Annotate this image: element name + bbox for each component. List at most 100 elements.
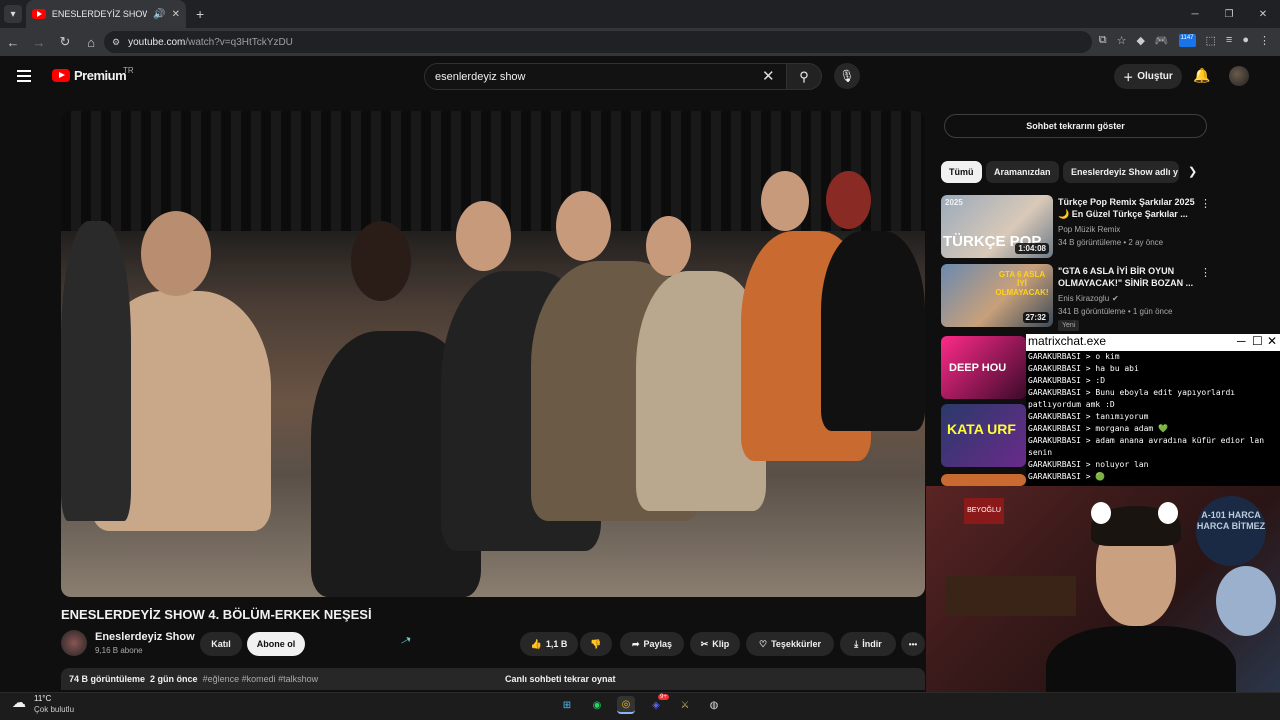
profile-icon[interactable]: ● [1242, 34, 1249, 47]
subscriber-count: 9,16 B abone [95, 646, 143, 655]
thanks-label: Teşekkürler [771, 639, 821, 649]
thanks-button[interactable]: ♡ Teşekkürler [746, 632, 834, 656]
search-input[interactable]: esenlerdeyiz show [424, 63, 788, 90]
home-icon[interactable]: ⌂ [78, 35, 104, 50]
chrome-icon[interactable]: ◎ [617, 696, 635, 714]
create-button[interactable]: ＋ Oluştur [1114, 64, 1182, 89]
voice-search-icon[interactable]: 🎙 [834, 63, 860, 89]
notifications-bell-icon[interactable]: 🔔 [1193, 67, 1210, 84]
rec-meta: 34 B görüntüleme • 2 ay önce [1058, 238, 1164, 247]
extension-badge[interactable]: 1147 [1178, 34, 1196, 47]
rec-channel[interactable]: Pop Müzik Remix [1058, 225, 1120, 234]
channel-avatar[interactable] [61, 630, 87, 656]
forward-icon[interactable]: → [26, 35, 52, 50]
verified-icon: ✔ [1112, 294, 1119, 303]
app-icon[interactable]: ◍ [705, 696, 723, 714]
share-icon: ➦ [631, 638, 640, 649]
description-header: 74 B görüntüleme 2 gün önce #eğlence #ko… [69, 674, 318, 684]
chat-minimize-icon[interactable]: ─ [1237, 334, 1246, 348]
browser-tabbar: ▾ ENESLERDEYİZ SHOW 4. BÖ 🔊 ✕ + ─ ❐ ✕ [0, 0, 1280, 28]
browser-menu-icon[interactable]: ⋮ [1259, 34, 1270, 47]
url-text: youtube.com/watch?v=q3HtTckYzDU [128, 36, 293, 48]
chip-from-search[interactable]: Aramanızdan [986, 161, 1059, 183]
rec-thumbnail[interactable]: DEEP HOU [941, 336, 1026, 399]
gamepad-icon[interactable]: 🎮 [1155, 34, 1169, 47]
region-code: TR [123, 66, 134, 75]
view-count: 74 B görüntüleme [69, 674, 146, 684]
bookmark-star-icon[interactable]: ☆ [1117, 34, 1127, 47]
download-icon: ⤓ [854, 638, 859, 649]
chat-close-icon[interactable]: ✕ [1267, 334, 1277, 348]
windows-start-icon[interactable]: ⊞ [558, 696, 576, 714]
back-icon[interactable]: ← [0, 35, 26, 50]
thumb-text: KATA URF [947, 421, 1016, 437]
chat-line: GARAKURBASI > adam anana avradına küfür … [1028, 436, 1265, 457]
rec-title[interactable]: Türkçe Pop Remix Şarkılar 2025 🌙 En Güze… [1058, 196, 1198, 220]
chip-all[interactable]: Tümü [941, 161, 982, 183]
minimize-icon[interactable]: ─ [1178, 0, 1212, 28]
rec-thumbnail[interactable]: KATA URF [941, 404, 1026, 467]
reading-list-icon[interactable]: ≡ [1226, 34, 1232, 47]
rec-thumbnail[interactable]: 2025 TÜRKÇE POP 1:04:08 [941, 195, 1053, 258]
join-button[interactable]: Katıl [200, 632, 242, 656]
subscribe-button[interactable]: Abone ol [247, 632, 305, 656]
address-bar[interactable]: ⚙ youtube.com/watch?v=q3HtTckYzDU [104, 31, 1092, 53]
rec-thumbnail[interactable] [941, 474, 1026, 486]
clear-search-icon[interactable]: ✕ [762, 67, 775, 85]
more-actions-button[interactable]: ••• [901, 632, 925, 656]
install-app-icon[interactable]: ⧉ [1099, 34, 1107, 47]
reload-icon[interactable]: ↻ [52, 34, 78, 50]
rec-menu-icon[interactable]: ⋮ [1200, 266, 1211, 279]
browser-tab-active[interactable]: ENESLERDEYİZ SHOW 4. BÖ 🔊 ✕ [26, 0, 186, 28]
rec-thumbnail[interactable]: GTA 6 ASLA İYİ OLMAYACAK! 27:32 [941, 264, 1053, 327]
cat-ear-right [1158, 502, 1178, 524]
audio-playing-icon[interactable]: 🔊 [153, 9, 165, 20]
dislike-button[interactable]: 👎 [580, 632, 612, 656]
search-button[interactable]: ⚲ [786, 63, 822, 90]
subscribe-label: Abone ol [256, 639, 296, 649]
cat-ear-left [1091, 502, 1111, 524]
clip-label: Klip [712, 639, 730, 649]
audience-head [456, 201, 511, 271]
temperature[interactable]: 11°C [34, 694, 51, 703]
channel-name[interactable]: Eneslerdeyiz Show [95, 631, 195, 643]
share-button[interactable]: ➦ Paylaş [620, 632, 684, 656]
extension-icon[interactable]: ◆ [1136, 34, 1144, 47]
rec-title[interactable]: "GTA 6 ASLA İYİ BİR OYUN OLMAYACAK!" SİN… [1058, 265, 1198, 289]
weather-text[interactable]: Çok bulutlu [34, 705, 74, 714]
extensions-puzzle-icon[interactable]: ⬚ [1206, 34, 1216, 47]
audience-head [826, 171, 871, 229]
mouse-cursor-icon: ➝ [396, 630, 415, 650]
account-avatar[interactable] [1229, 66, 1249, 86]
clip-button[interactable]: ✂ Klip [690, 632, 740, 656]
upload-age: 2 gün önce [150, 674, 198, 684]
show-chat-replay-button[interactable]: Sohbet tekrarını göster [944, 114, 1207, 138]
audience-head [761, 171, 809, 231]
site-info-icon[interactable]: ⚙ [112, 37, 120, 48]
chat-line: GARAKURBASI > ha bu abi [1028, 364, 1139, 373]
league-icon[interactable]: ⚔ [676, 696, 694, 714]
new-tab-icon[interactable]: + [196, 6, 204, 22]
plush-toy [1216, 566, 1276, 636]
neon-sign-text: A-101 HARCA HARCA BİTMEZ [1196, 510, 1266, 531]
hashtags[interactable]: #eğlence #komedi #talkshow [203, 674, 319, 684]
close-tab-icon[interactable]: ✕ [172, 9, 180, 20]
chip-label: Tümü [949, 167, 974, 177]
youtube-logo[interactable]: Premium [52, 68, 127, 83]
download-button[interactable]: ⤓ İndir [840, 632, 896, 656]
chat-line: GARAKURBASI > noluyor lan [1028, 460, 1149, 469]
rec-menu-icon[interactable]: ⋮ [1200, 197, 1211, 210]
close-window-icon[interactable]: ✕ [1246, 0, 1280, 28]
tab-search-button[interactable]: ▾ [4, 5, 22, 23]
rec-channel[interactable]: Enis Kirazoglu [1058, 294, 1109, 303]
hamburger-menu-icon[interactable] [17, 70, 31, 85]
chat-maximize-icon[interactable]: ☐ [1252, 334, 1263, 348]
whatsapp-icon[interactable]: ◉ [588, 696, 606, 714]
restore-icon[interactable]: ❐ [1212, 0, 1246, 28]
weather-cloud-icon[interactable]: ☁ [12, 694, 26, 711]
like-button[interactable]: 👍 1,1 B [520, 632, 578, 656]
discord-badge: 9+ [658, 694, 669, 700]
chevron-right-icon[interactable]: ❯ [1188, 165, 1197, 178]
video-player[interactable] [61, 111, 925, 597]
chip-channel[interactable]: Eneslerdeyiz Show adlı y [1063, 161, 1179, 183]
